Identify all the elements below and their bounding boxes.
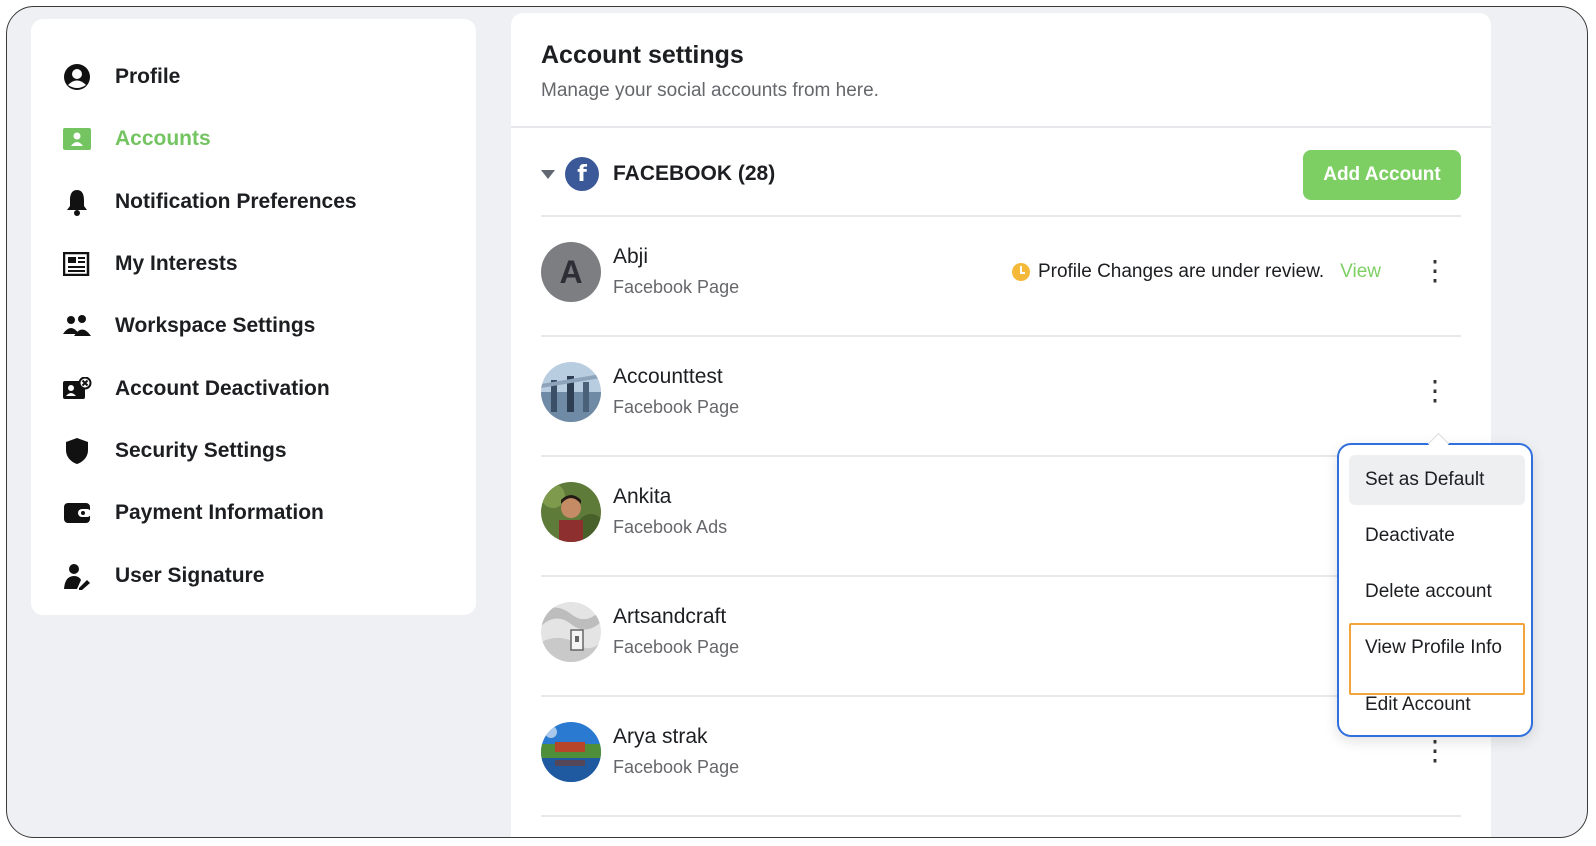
sidebar-item-label: Workspace Settings [115, 314, 316, 337]
sidebar-item-account-deactivation[interactable]: Account Deactivation [61, 369, 330, 409]
clock-icon [1011, 263, 1030, 281]
sidebar-item-label: Payment Information [115, 501, 324, 524]
id-card-icon [61, 123, 93, 155]
menu-item-deactivate[interactable]: Deactivate [1349, 511, 1525, 561]
divider [541, 575, 1461, 577]
more-options-icon[interactable]: ⋮ [1421, 371, 1449, 411]
page-subtitle: Manage your social accounts from here. [541, 80, 879, 101]
sidebar-item-user-signature[interactable]: User Signature [61, 556, 264, 596]
sidebar-item-label: Notification Preferences [115, 190, 357, 213]
user-circle-icon [61, 61, 93, 93]
account-options-menu: Set as Default Deactivate Delete account… [1337, 432, 1533, 737]
menu-item-delete-account[interactable]: Delete account [1349, 567, 1525, 617]
facebook-icon: f [565, 157, 599, 191]
network-title: FACEBOOK (28) [613, 162, 776, 185]
menu-item-edit-account[interactable]: Edit Account [1349, 680, 1525, 730]
newspaper-icon [61, 248, 93, 280]
user-x-icon [61, 373, 93, 405]
avatar [541, 362, 601, 422]
sidebar-item-notification-preferences[interactable]: Notification Preferences [61, 182, 357, 222]
account-row-arya-strak[interactable]: Arya strak Facebook Page ⋮ [541, 717, 1461, 787]
users-icon [61, 310, 93, 342]
account-name: Arya strak [613, 725, 708, 748]
settings-sidebar: Profile Accounts Notification Preference… [31, 19, 476, 615]
more-options-icon[interactable]: ⋮ [1421, 251, 1449, 291]
divider [541, 215, 1461, 217]
account-row-abji[interactable]: A Abji Facebook Page Profile Changes are… [541, 237, 1461, 307]
sidebar-item-payment-information[interactable]: Payment Information [61, 493, 324, 533]
account-type: Facebook Ads [613, 517, 728, 537]
account-name: Accounttest [613, 365, 723, 388]
add-account-button[interactable]: Add Account [1303, 150, 1461, 200]
account-name: Abji [613, 245, 649, 268]
account-row-accounttest[interactable]: Accounttest Facebook Page ⋮ [541, 357, 1461, 427]
menu-item-set-as-default[interactable]: Set as Default [1349, 455, 1525, 505]
sidebar-item-accounts[interactable]: Accounts [61, 119, 211, 159]
avatar-initial: A [559, 253, 583, 290]
sidebar-item-security-settings[interactable]: Security Settings [61, 431, 287, 471]
account-row-artsandcraft[interactable]: Artsandcraft Facebook Page [541, 597, 1461, 667]
divider [541, 695, 1461, 697]
bell-icon [61, 186, 93, 218]
sidebar-item-label: Account Deactivation [115, 377, 330, 400]
shield-icon [61, 435, 93, 467]
avatar: A [541, 242, 601, 302]
app-window: Profile Accounts Notification Preference… [6, 6, 1588, 838]
page-title: Account settings [541, 41, 744, 69]
account-row-ankita[interactable]: Ankita Facebook Ads [541, 477, 1461, 547]
caret-down-icon[interactable] [541, 169, 555, 179]
view-link[interactable]: View [1340, 261, 1381, 283]
sidebar-item-label: Accounts [115, 127, 211, 150]
avatar [541, 722, 601, 782]
panel-header: Account settings Manage your social acco… [541, 41, 879, 102]
sidebar-item-label: My Interests [115, 252, 238, 275]
account-name: Ankita [613, 485, 672, 508]
review-text: Profile Changes are under review. [1037, 261, 1325, 282]
account-type: Facebook Page [613, 397, 740, 417]
account-type: Facebook Page [613, 757, 740, 777]
more-options-icon[interactable]: ⋮ [1421, 731, 1449, 771]
divider [511, 126, 1491, 128]
sidebar-item-label: Profile [115, 65, 181, 88]
sidebar-item-my-interests[interactable]: My Interests [61, 244, 238, 284]
review-status: Profile Changes are under review. View [1011, 261, 1381, 283]
avatar [541, 482, 601, 542]
sidebar-item-workspace-settings[interactable]: Workspace Settings [61, 306, 315, 346]
facebook-section-header: f FACEBOOK (28) [541, 152, 775, 196]
sidebar-item-label: Security Settings [115, 439, 287, 462]
avatar [541, 602, 601, 662]
account-name: Artsandcraft [613, 605, 727, 628]
user-pen-icon [61, 560, 93, 592]
account-type: Facebook Page [613, 277, 740, 297]
sidebar-item-label: User Signature [115, 564, 265, 587]
divider [541, 455, 1461, 457]
divider [541, 335, 1461, 337]
divider [541, 815, 1461, 817]
account-type: Facebook Page [613, 637, 740, 657]
wallet-icon [61, 497, 93, 529]
sidebar-item-profile[interactable]: Profile [61, 57, 180, 97]
